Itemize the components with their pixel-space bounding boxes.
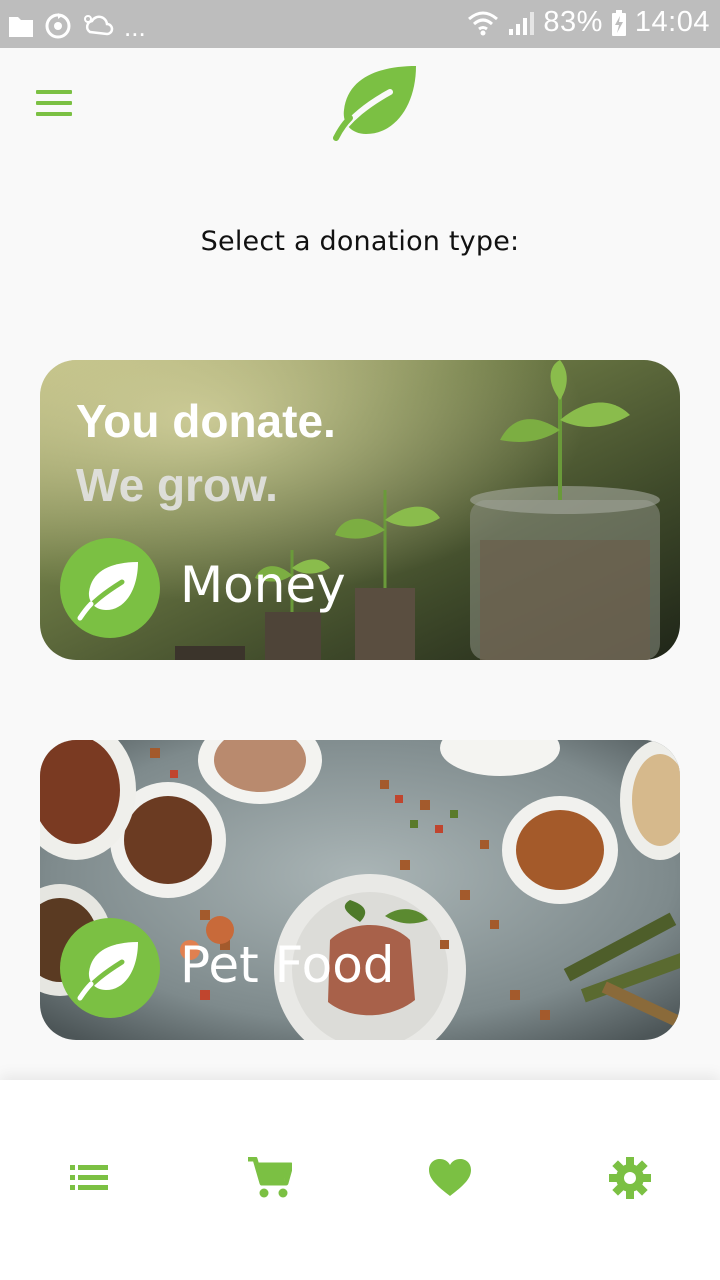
battery-percent: 83% [543, 6, 603, 38]
page-title: Select a donation type: [200, 226, 520, 257]
pet-food-donation-card[interactable]: Pet Food [40, 740, 680, 1040]
money-leaf-badge [60, 538, 160, 638]
settings-gear-icon [609, 1157, 651, 1199]
weather-icon [84, 14, 114, 35]
status-bar-left: ... [8, 8, 146, 43]
leaf-icon [77, 942, 138, 1001]
sync-icon [45, 12, 71, 38]
nav-list-button[interactable] [50, 1138, 130, 1218]
pet-food-card-label: Pet Food [180, 936, 395, 994]
cart-icon [248, 1157, 292, 1198]
status-bar: ... 83% 14:04 [0, 0, 720, 48]
menu-line [36, 112, 72, 116]
menu-line [36, 90, 72, 94]
money-slogan-line1: You donate. [76, 395, 336, 447]
money-slogan-line2: We grow. [76, 459, 278, 511]
status-bar-right: 83% 14:04 [467, 6, 710, 39]
folder-icon [9, 16, 33, 37]
pet-food-leaf-badge [60, 918, 160, 1018]
menu-line [36, 101, 72, 105]
nav-cart-button[interactable] [230, 1138, 310, 1218]
signal-icon [509, 11, 535, 35]
nav-favorites-button[interactable] [410, 1138, 490, 1218]
hamburger-menu-icon[interactable] [36, 90, 76, 120]
bottom-navigation [0, 1080, 720, 1280]
leaf-icon [77, 562, 138, 621]
leaf-icon [333, 66, 416, 141]
heart-icon [429, 1159, 471, 1196]
clock: 14:04 [634, 6, 710, 38]
money-donation-card[interactable]: You donate. We grow. Money [40, 360, 680, 660]
status-more-dots: ... [124, 12, 146, 42]
wifi-icon [468, 11, 499, 35]
list-icon [70, 1165, 108, 1190]
nav-settings-button[interactable] [590, 1138, 670, 1218]
money-card-label: Money [180, 556, 346, 614]
battery-charging-icon [611, 9, 626, 36]
